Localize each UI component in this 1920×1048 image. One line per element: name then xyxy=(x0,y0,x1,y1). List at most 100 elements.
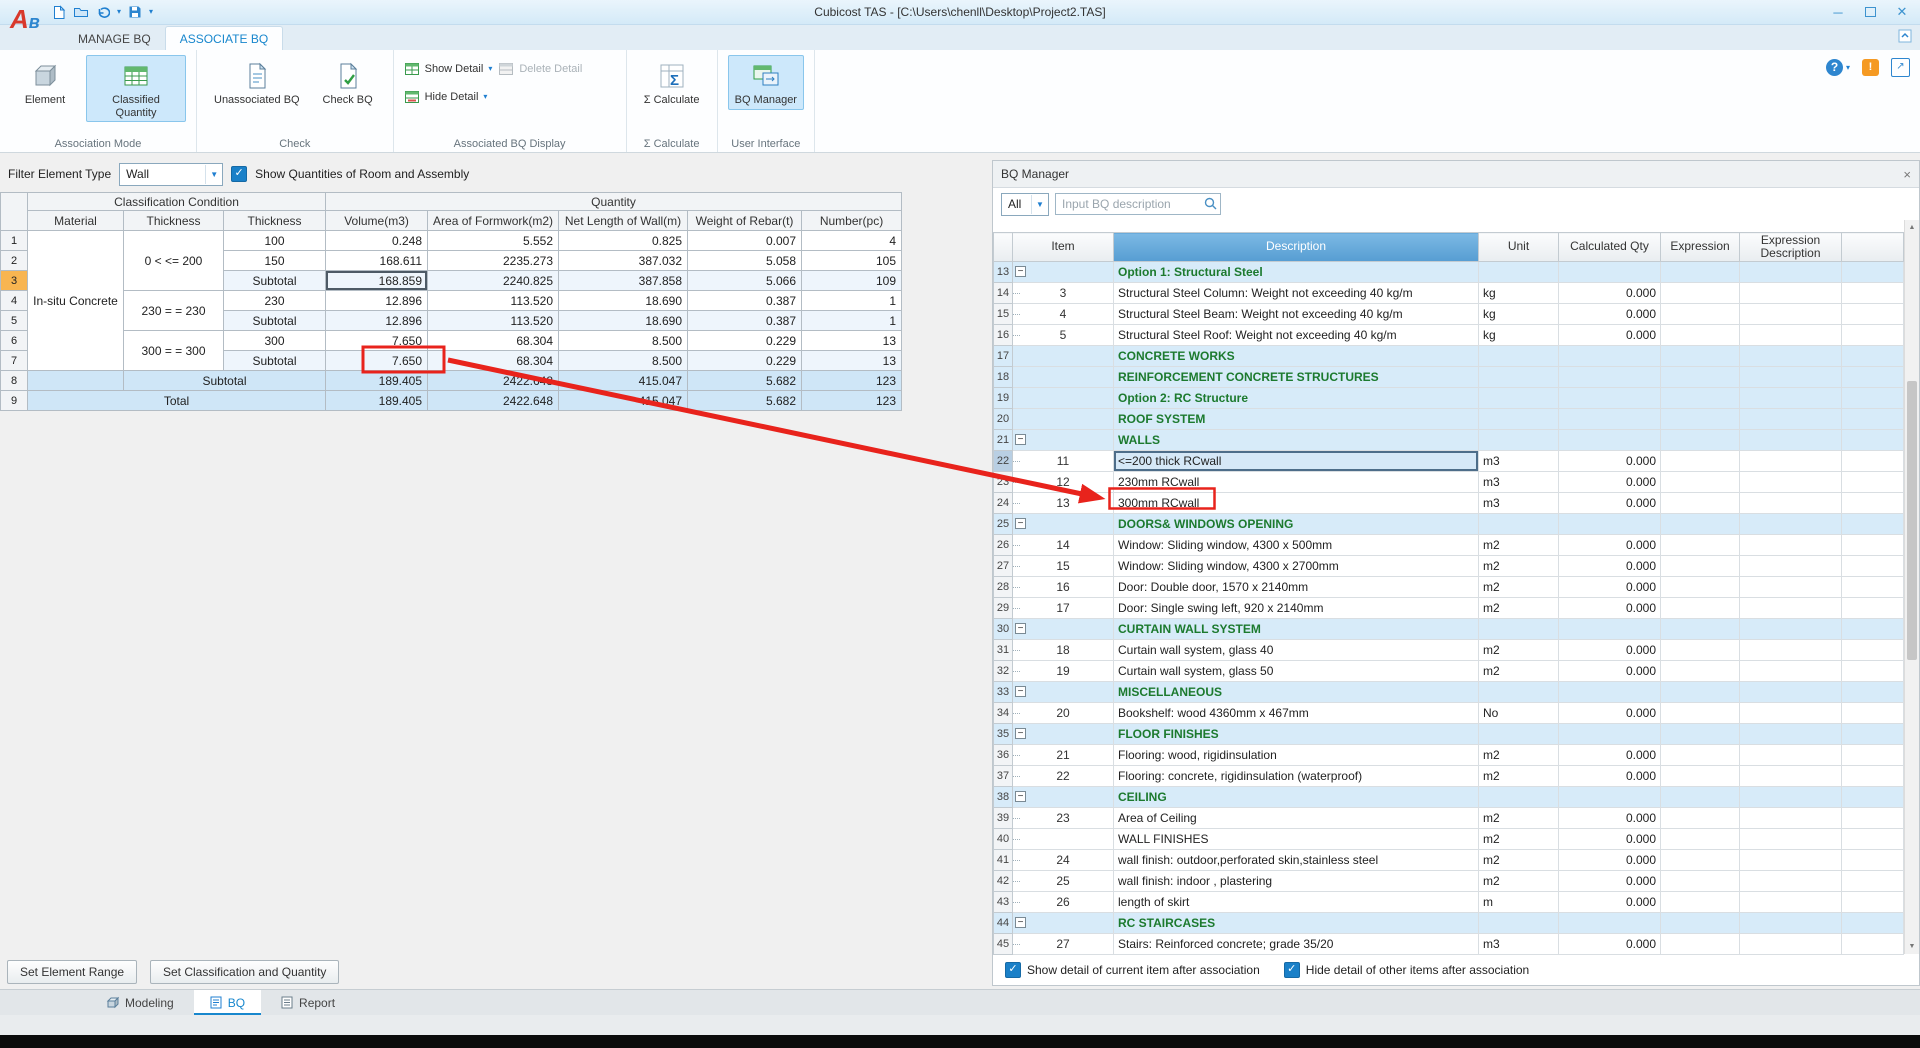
bq-description-cell[interactable]: CONCRETE WORKS xyxy=(1114,346,1479,367)
qty-cell[interactable]: 0.825 xyxy=(559,231,688,251)
bq-item-row[interactable]: 4527Stairs: Reinforced concrete; grade 3… xyxy=(994,934,1904,955)
bq-unit-cell[interactable]: m2 xyxy=(1479,871,1559,892)
bq-item-number[interactable] xyxy=(1013,409,1114,430)
bq-unit-cell[interactable]: m2 xyxy=(1479,829,1559,850)
bq-row-number[interactable]: 18 xyxy=(994,367,1013,388)
qty-cell[interactable]: 100 xyxy=(224,231,326,251)
bq-unit-cell[interactable]: m2 xyxy=(1479,556,1559,577)
qty-cell[interactable]: 12.896 xyxy=(326,311,428,331)
bq-item-number[interactable]: 25 xyxy=(1013,871,1114,892)
bq-expression-cell[interactable] xyxy=(1661,262,1740,283)
bq-calculated-qty-cell[interactable]: 0.000 xyxy=(1559,808,1661,829)
set-classification-quantity-button[interactable]: Set Classification and Quantity xyxy=(150,960,339,984)
qty-column-header[interactable]: Weight of Rebar(t) xyxy=(688,211,802,231)
bq-calculated-qty-cell[interactable]: 0.000 xyxy=(1559,703,1661,724)
bq-row-number[interactable]: 21 xyxy=(994,430,1013,451)
bq-description-cell[interactable]: Curtain wall system, glass 40 xyxy=(1114,640,1479,661)
bq-row-number[interactable]: 14 xyxy=(994,283,1013,304)
bq-row-number[interactable]: 42 xyxy=(994,871,1013,892)
bq-item-number[interactable]: 27 xyxy=(1013,934,1114,955)
bq-calculated-qty-cell[interactable] xyxy=(1559,430,1661,451)
bq-description-cell[interactable]: Structural Steel Column: Weight not exce… xyxy=(1114,283,1479,304)
qty-cell[interactable]: 0.248 xyxy=(326,231,428,251)
scroll-down-icon[interactable]: ▼ xyxy=(1905,939,1919,954)
qty-cell[interactable]: 0.007 xyxy=(688,231,802,251)
qty-cell[interactable]: 2422.648 xyxy=(428,371,559,391)
bq-row-number[interactable]: 40 xyxy=(994,829,1013,850)
bq-row-number[interactable]: 16 xyxy=(994,325,1013,346)
qty-cell[interactable]: 12.896 xyxy=(326,291,428,311)
bq-group-row[interactable]: 38−CEILING xyxy=(994,787,1904,808)
bq-row-number[interactable]: 20 xyxy=(994,409,1013,430)
set-element-range-button[interactable]: Set Element Range xyxy=(7,960,137,984)
bq-panel-close-icon[interactable]: × xyxy=(1903,167,1911,182)
qty-cell[interactable]: 68.304 xyxy=(428,331,559,351)
bq-group-row[interactable]: 25−DOORS& WINDOWS OPENING xyxy=(994,514,1904,535)
bq-unit-cell[interactable] xyxy=(1479,367,1559,388)
qty-cell[interactable]: Total xyxy=(28,391,326,411)
bq-row-number[interactable]: 29 xyxy=(994,598,1013,619)
bq-expression-description-cell[interactable] xyxy=(1740,808,1842,829)
bq-expression-description-cell[interactable] xyxy=(1740,892,1842,913)
bq-calculated-qty-cell[interactable] xyxy=(1559,388,1661,409)
qty-row-number[interactable]: 9 xyxy=(1,391,28,411)
room-assembly-checkbox[interactable]: ✓ xyxy=(231,166,247,182)
bq-item-number[interactable]: 26 xyxy=(1013,892,1114,913)
bq-expression-description-cell[interactable] xyxy=(1740,367,1842,388)
minimize-button[interactable]: ─ xyxy=(1822,0,1854,24)
bq-description-cell[interactable]: Bookshelf: wood 4360mm x 467mm xyxy=(1114,703,1479,724)
bq-unit-cell[interactable]: m2 xyxy=(1479,850,1559,871)
bq-expression-description-cell[interactable] xyxy=(1740,409,1842,430)
bq-item-number[interactable]: 14 xyxy=(1013,535,1114,556)
save-icon[interactable] xyxy=(128,5,142,19)
bq-unit-cell[interactable]: m3 xyxy=(1479,451,1559,472)
bq-item-number[interactable]: 16 xyxy=(1013,577,1114,598)
qty-cell[interactable]: 387.032 xyxy=(559,251,688,271)
bq-description-cell[interactable]: Option 2: RC Structure xyxy=(1114,388,1479,409)
bq-calculated-qty-cell[interactable]: 0.000 xyxy=(1559,598,1661,619)
qty-cell[interactable]: 415.047 xyxy=(559,371,688,391)
bq-calculated-qty-cell[interactable]: 0.000 xyxy=(1559,745,1661,766)
bq-item-row[interactable]: 165Structural Steel Roof: Weight not exc… xyxy=(994,325,1904,346)
bq-column-header[interactable]: Unit xyxy=(1479,233,1559,262)
bq-expression-cell[interactable] xyxy=(1661,850,1740,871)
qty-cell[interactable]: 7.650 xyxy=(326,351,428,371)
tab-manage-bq[interactable]: MANAGE BQ xyxy=(64,27,165,50)
bq-unit-cell[interactable] xyxy=(1479,346,1559,367)
bq-unit-cell[interactable]: kg xyxy=(1479,283,1559,304)
bq-group-row[interactable]: 30−CURTAIN WALL SYSTEM xyxy=(994,619,1904,640)
bq-row-number[interactable]: 24 xyxy=(994,493,1013,514)
save-dropdown-caret-icon[interactable]: ▾ xyxy=(149,8,153,16)
bq-expression-cell[interactable] xyxy=(1661,283,1740,304)
bq-row-number[interactable]: 23 xyxy=(994,472,1013,493)
bq-column-header[interactable]: Calculated Qty xyxy=(1559,233,1661,262)
bq-unit-cell[interactable] xyxy=(1479,514,1559,535)
bq-item-number[interactable]: − xyxy=(1013,682,1114,703)
bq-group-row[interactable]: 35−FLOOR FINISHES xyxy=(994,724,1904,745)
bq-expression-description-cell[interactable] xyxy=(1740,745,1842,766)
bq-unit-cell[interactable] xyxy=(1479,913,1559,934)
qty-cell[interactable]: 168.859 xyxy=(326,271,428,291)
bq-description-cell[interactable]: Door: Double door, 1570 x 2140mm xyxy=(1114,577,1479,598)
bq-item-number[interactable]: 23 xyxy=(1013,808,1114,829)
bq-expression-cell[interactable] xyxy=(1661,514,1740,535)
help-icon[interactable]: ?▾ xyxy=(1826,59,1850,76)
scrollbar-thumb[interactable] xyxy=(1907,381,1917,660)
qty-cell[interactable]: 0.229 xyxy=(688,351,802,371)
bq-item-row[interactable]: 3722Flooring: concrete, rigidinsulation … xyxy=(994,766,1904,787)
bq-expression-cell[interactable] xyxy=(1661,598,1740,619)
bq-item-row[interactable]: 2312230mm RCwallm30.000 xyxy=(994,472,1904,493)
bq-unit-cell[interactable]: kg xyxy=(1479,304,1559,325)
bq-unit-cell[interactable]: m3 xyxy=(1479,493,1559,514)
qty-row-number[interactable]: 2 xyxy=(1,251,28,271)
scroll-up-icon[interactable]: ▲ xyxy=(1905,220,1919,235)
bq-description-cell[interactable]: <=200 thick RCwall xyxy=(1114,451,1479,472)
qty-cell[interactable]: 5.682 xyxy=(688,371,802,391)
bq-item-row[interactable]: 3118Curtain wall system, glass 40m20.000 xyxy=(994,640,1904,661)
bq-expression-description-cell[interactable] xyxy=(1740,493,1842,514)
bq-expression-cell[interactable] xyxy=(1661,682,1740,703)
bq-expression-description-cell[interactable] xyxy=(1740,472,1842,493)
qty-row-number[interactable]: 3 xyxy=(1,271,28,291)
bq-expression-cell[interactable] xyxy=(1661,325,1740,346)
bq-group-row[interactable]: 44−RC STAIRCASES xyxy=(994,913,1904,934)
